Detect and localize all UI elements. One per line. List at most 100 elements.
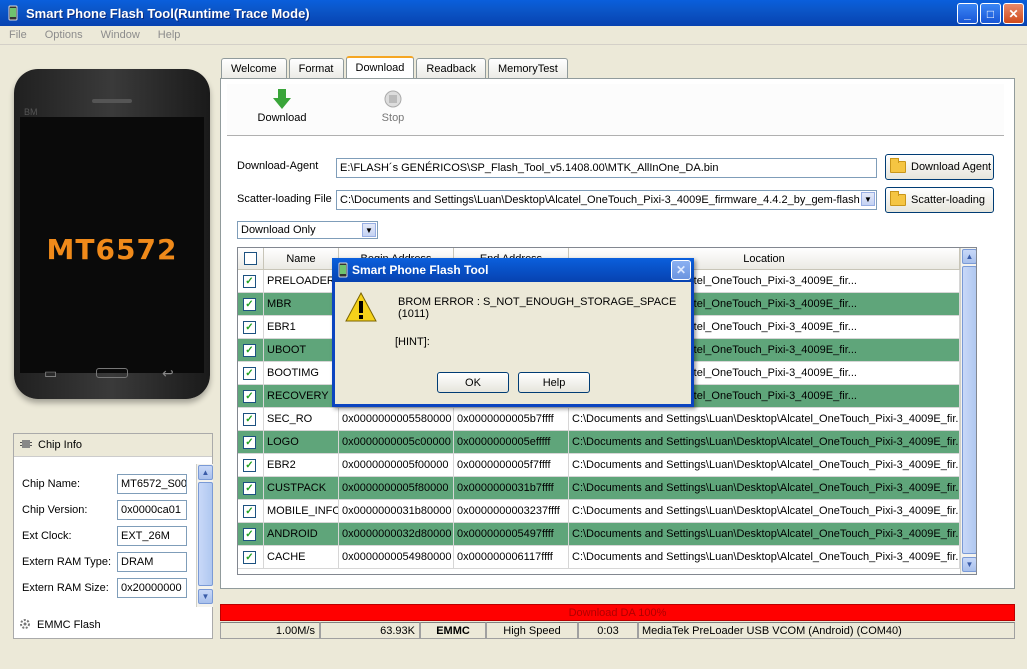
partition-name: MOBILE_INFO — [264, 500, 339, 523]
tab-readback[interactable]: Readback — [416, 58, 486, 78]
tab-welcome[interactable]: Welcome — [221, 58, 287, 78]
progress-text: Download DA 100% — [568, 606, 667, 619]
row-checkbox[interactable]: ✓ — [243, 389, 256, 403]
scatter-dropdown[interactable]: ▼ — [860, 191, 876, 209]
tab-format[interactable]: Format — [288, 58, 344, 78]
scatter-loading-button-label: Scatter-loading — [911, 194, 985, 206]
ext-clock-label: Ext Clock: — [22, 530, 72, 542]
menu-options[interactable]: Options — [36, 29, 92, 41]
error-dialog: Smart Phone Flash Tool ✕ BROM ERROR : S_… — [332, 258, 694, 407]
partition-name: LOGO — [264, 431, 339, 454]
table-row[interactable]: ✓ LOGO 0x0000000005c00000 0x0000000005effff… — [238, 431, 960, 454]
row-checkbox-cell[interactable]: ✓ — [238, 477, 264, 500]
stop-button[interactable]: Stop — [363, 88, 423, 124]
table-row[interactable]: ✓ EBR2 0x0000000005f00000 0x0000000005f7fff… — [238, 454, 960, 477]
chip-info-header[interactable]: Chip Info — [14, 434, 212, 457]
col-name[interactable]: Name — [264, 248, 339, 269]
partition-name: MBR — [264, 293, 339, 316]
status-bar: 1.00M/s 63.93K EMMC High Speed 0:03 Medi… — [220, 622, 1015, 639]
table-row[interactable]: ✓ MOBILE_INFO 0x0000000031b80000 0x00000000… — [238, 500, 960, 523]
dialog-title-bar: Smart Phone Flash Tool ✕ — [332, 258, 694, 282]
partition-location: C:\Documents and Settings\Luan\Desktop\A… — [569, 500, 960, 523]
status-usb-speed: High Speed — [486, 622, 578, 639]
home-key-icon — [96, 368, 128, 378]
row-checkbox[interactable]: ✓ — [243, 504, 256, 518]
row-checkbox[interactable]: ✓ — [243, 550, 256, 564]
row-checkbox-cell[interactable]: ✓ — [238, 500, 264, 523]
begin-address: 0x0000000005c00000 — [339, 431, 454, 454]
download-agent-button[interactable]: Download Agent — [885, 154, 994, 180]
title-bar: Smart Phone Flash Tool(Runtime Trace Mod… — [0, 0, 1027, 26]
row-checkbox[interactable]: ✓ — [243, 412, 256, 426]
row-checkbox[interactable]: ✓ — [243, 343, 256, 357]
download-agent-field[interactable]: E:\FLASH´s GENÉRICOS\SP_Flash_Tool_v5.14… — [336, 158, 877, 178]
row-checkbox-cell[interactable]: ✓ — [238, 270, 264, 293]
download-mode-select[interactable]: Download Only ▼ — [237, 221, 378, 239]
row-checkbox[interactable]: ✓ — [243, 458, 256, 472]
row-checkbox[interactable]: ✓ — [243, 435, 256, 449]
emmc-flash-header[interactable]: EMMC Flash — [13, 615, 213, 635]
ok-button[interactable]: OK — [437, 372, 509, 393]
table-row[interactable]: ✓ SEC_RO 0x0000000005580000 0x0000000005b7f… — [238, 408, 960, 431]
partition-name: EBR1 — [264, 316, 339, 339]
error-message: BROM ERROR : S_NOT_ENOUGH_STORAGE_SPACE … — [398, 296, 677, 320]
table-scrollbar[interactable]: ▲ ▼ — [960, 248, 976, 574]
scroll-down-icon[interactable]: ▼ — [198, 589, 213, 604]
minimize-button[interactable]: _ — [957, 3, 978, 24]
menu-file[interactable]: File — [0, 29, 36, 41]
row-checkbox[interactable]: ✓ — [243, 274, 256, 288]
menu-help[interactable]: Help — [149, 29, 190, 41]
chip-name-field[interactable]: MT6572_S00 — [117, 474, 187, 494]
table-row[interactable]: ✓ CUSTPACK 0x0000000005f80000 0x0000000031b… — [238, 477, 960, 500]
row-checkbox-cell[interactable]: ✓ — [238, 431, 264, 454]
tab-download[interactable]: Download — [345, 56, 415, 78]
row-checkbox[interactable]: ✓ — [243, 527, 256, 541]
scatter-field[interactable]: C:\Documents and Settings\Luan\Desktop\A… — [336, 190, 877, 210]
ram-size-field[interactable]: 0x20000000 — [117, 578, 187, 598]
partition-name: BOOTIMG — [264, 362, 339, 385]
phone-image: BM MT6572 ▭ ↩ — [14, 69, 210, 399]
scatter-loading-button[interactable]: Scatter-loading — [885, 187, 994, 213]
scroll-up-icon[interactable]: ▲ — [962, 249, 976, 264]
select-all-checkbox-cell[interactable] — [238, 248, 264, 269]
row-checkbox[interactable]: ✓ — [243, 320, 256, 334]
row-checkbox-cell[interactable]: ✓ — [238, 339, 264, 362]
help-button[interactable]: Help — [518, 372, 590, 393]
tab-bar: Welcome Format Download Readback MemoryT… — [221, 56, 570, 78]
partition-name: SEC_RO — [264, 408, 339, 431]
close-button[interactable]: ✕ — [1003, 3, 1024, 24]
back-key-icon: ↩ — [162, 365, 174, 381]
scatter-path: C:\Documents and Settings\Luan\Desktop\A… — [340, 194, 875, 206]
row-checkbox[interactable]: ✓ — [243, 297, 256, 311]
row-checkbox-cell[interactable]: ✓ — [238, 362, 264, 385]
row-checkbox-cell[interactable]: ✓ — [238, 385, 264, 408]
maximize-button[interactable]: □ — [980, 3, 1001, 24]
row-checkbox[interactable]: ✓ — [243, 481, 256, 495]
menu-window[interactable]: Window — [92, 29, 149, 41]
row-checkbox[interactable]: ✓ — [243, 366, 256, 380]
download-button[interactable]: Download — [252, 88, 312, 124]
ext-clock-field[interactable]: EXT_26M — [117, 526, 187, 546]
scroll-down-icon[interactable]: ▼ — [962, 557, 976, 572]
row-checkbox-cell[interactable]: ✓ — [238, 408, 264, 431]
scroll-thumb[interactable] — [962, 266, 976, 554]
emmc-flash-label: EMMC Flash — [37, 619, 101, 631]
end-address: 0x000000005497ffff — [454, 523, 569, 546]
table-row[interactable]: ✓ CACHE 0x0000000054980000 0x000000006117ff… — [238, 546, 960, 569]
tab-memorytest[interactable]: MemoryTest — [487, 58, 568, 78]
select-all-checkbox[interactable] — [244, 252, 257, 265]
table-row[interactable]: ✓ ANDROID 0x0000000032d80000 0x000000005497… — [238, 523, 960, 546]
row-checkbox-cell[interactable]: ✓ — [238, 546, 264, 569]
scroll-up-icon[interactable]: ▲ — [198, 465, 213, 480]
chip-name-label: Chip Name: — [22, 478, 81, 490]
scroll-thumb[interactable] — [198, 482, 213, 586]
chip-version-field[interactable]: 0x0000ca01 — [117, 500, 187, 520]
ram-type-field[interactable]: DRAM — [117, 552, 187, 572]
dialog-close-button[interactable]: ✕ — [671, 260, 691, 280]
chip-info-scrollbar[interactable]: ▲ ▼ — [196, 464, 213, 607]
row-checkbox-cell[interactable]: ✓ — [238, 293, 264, 316]
status-time: 0:03 — [578, 622, 638, 639]
row-checkbox-cell[interactable]: ✓ — [238, 454, 264, 477]
row-checkbox-cell[interactable]: ✓ — [238, 523, 264, 546]
row-checkbox-cell[interactable]: ✓ — [238, 316, 264, 339]
